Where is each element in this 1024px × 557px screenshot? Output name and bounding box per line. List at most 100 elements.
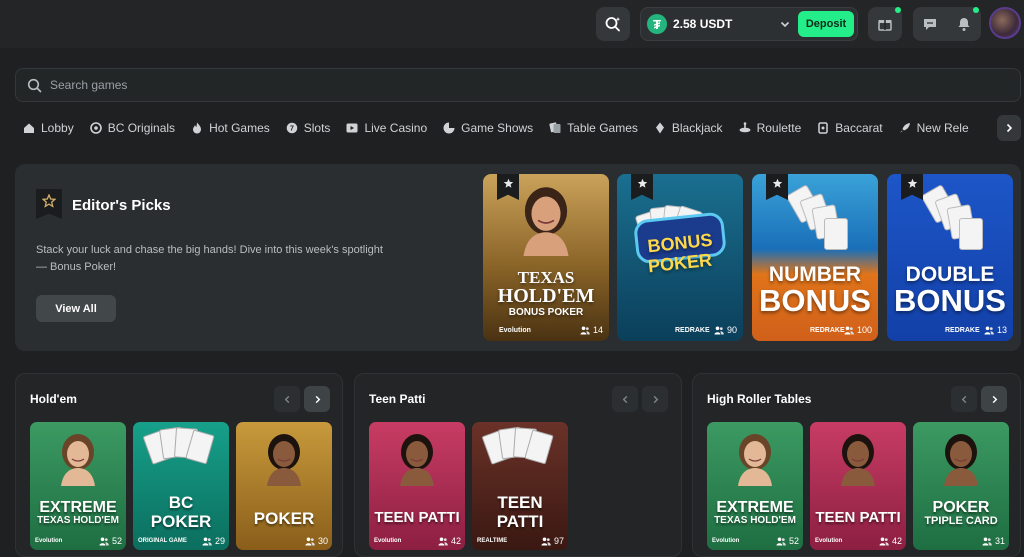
player-count: 52 [776,536,799,546]
category-lobby[interactable]: Lobby [22,121,74,135]
game-card[interactable]: POKER TPIPLE CARD 31 [913,422,1009,550]
category-baccarat[interactable]: Baccarat [816,121,883,135]
playing-card-art [959,218,983,250]
chat-icon [924,19,936,30]
slots-icon: 7 [285,121,299,135]
game-title-line2: HOLD'EM [497,285,595,307]
game-title-line2: TPIPLE CARD [924,515,998,527]
balance-amount: 2.58 USDT [673,17,733,31]
chat-button[interactable] [913,7,947,41]
scroll-prev-button[interactable] [612,386,638,412]
game-title-line1: EXTREME [39,499,117,516]
section-teen-patti: Teen Patti TEEN PATTI Evolution 42 TEEN … [354,373,682,557]
scroll-prev-button[interactable] [951,386,977,412]
game-shows-icon [442,121,456,135]
player-count: 42 [438,536,461,546]
player-count: 42 [879,536,902,546]
users-icon [984,326,994,335]
chevron-left-icon [622,395,627,403]
game-title-line1: POKER [932,499,990,516]
users-icon [844,326,854,335]
users-icon [879,537,889,546]
roulette-icon [738,121,752,135]
notification-dot [973,7,979,13]
gift-icon [878,20,892,31]
player-count-value: 42 [891,536,902,546]
player-count-value: 90 [726,325,737,335]
game-card[interactable]: TEEN PATTI Evolution 42 [369,422,465,550]
users-icon [541,537,551,546]
player-count: 100 [844,325,872,335]
category-game-shows[interactable]: Game Shows [442,121,533,135]
scroll-next-button[interactable] [304,386,330,412]
star-icon [637,178,647,188]
game-card[interactable]: TEEN PATTI Evolution 42 [810,422,906,550]
scroll-next-button[interactable] [642,386,668,412]
blackjack-icon [653,121,667,135]
section-high-roller-tables: High Roller Tables EXTREME TEXAS HOLD'EM… [692,373,1021,557]
chat-notification-group [913,7,981,41]
category-scroll-next-button[interactable] [997,115,1021,141]
game-title-line3: BONUS POKER [508,307,584,318]
featured-star-badge [631,174,653,200]
originals-icon [89,121,103,135]
category-blackjack[interactable]: Blackjack [653,121,723,135]
dealer-portrait [738,434,772,486]
category-bc-originals[interactable]: BC Originals [89,121,175,135]
dealer-portrait [400,434,434,486]
provider-label: REDRAKE [945,327,980,334]
game-title-line2: BONUS [759,283,871,318]
editors-pick-card[interactable]: TEXAS HOLD'EM BONUS POKER Evolution 14 [483,174,609,341]
player-count-value: 31 [994,536,1005,546]
provider-label: Evolution [35,538,63,544]
users-icon [99,537,109,546]
section-hold-em: Hold'em EXTREME TEXAS HOLD'EM Evolution … [15,373,343,557]
game-card[interactable]: POKER 30 [236,422,332,550]
chevron-right-icon [653,395,658,403]
player-count: 90 [714,325,737,335]
star-icon [42,194,56,208]
category-live-casino[interactable]: Live Casino [345,121,427,135]
player-count-value: 97 [553,536,564,546]
provider-label: Evolution [815,538,843,544]
provider-label: REALTIME [477,538,508,544]
player-count-value: 13 [996,325,1007,335]
provider-label: Evolution [712,538,740,544]
chevron-down-icon[interactable] [780,19,790,29]
player-count-value: 30 [317,536,328,546]
player-count-value: 52 [788,536,799,546]
search-icon [27,78,42,92]
users-icon [305,537,315,546]
search-input[interactable] [50,78,650,92]
chevron-left-icon [284,395,289,403]
category-table-games[interactable]: Table Games [548,121,638,135]
game-card[interactable]: EXTREME TEXAS HOLD'EM Evolution 52 [707,422,803,550]
scroll-prev-button[interactable] [274,386,300,412]
star-icon [907,178,917,188]
editors-pick-card[interactable]: DOUBLE BONUS REDRAKE 13 [887,174,1013,341]
view-all-button[interactable]: View All [36,295,116,322]
game-title-line2: TEXAS HOLD'EM [37,515,119,526]
user-avatar[interactable] [989,7,1021,39]
featured-star-badge [766,174,788,200]
category-slots[interactable]: 7 Slots [285,121,330,135]
wallet-balance[interactable]: ₮ 2.58 USDT Deposit [640,7,858,41]
scroll-next-button[interactable] [981,386,1007,412]
editors-pick-card[interactable]: BONUS POKER REDRAKE 90 [617,174,743,341]
game-card[interactable]: EXTREME TEXAS HOLD'EM Evolution 52 [30,422,126,550]
featured-star-badge [901,174,923,200]
category-roulette[interactable]: Roulette [738,121,801,135]
category-hot-games[interactable]: Hot Games [190,121,270,135]
deposit-button[interactable]: Deposit [798,11,854,37]
home-icon [22,121,36,135]
category-new-rele[interactable]: New Rele [898,121,969,135]
dealer-portrait [61,434,95,486]
gift-notification-dot [895,7,901,13]
game-card[interactable]: BC POKER ORIGINAL GAME 29 [133,422,229,550]
search-sparkle-button[interactable] [596,7,630,41]
editors-pick-card[interactable]: NUMBER BONUS REDRAKE 100 [752,174,878,341]
users-icon [714,326,724,335]
game-card[interactable]: TEEN PATTI REALTIME 97 [472,422,568,550]
game-title-line1: TEEN [497,493,543,512]
category-label: BC Originals [107,121,176,135]
